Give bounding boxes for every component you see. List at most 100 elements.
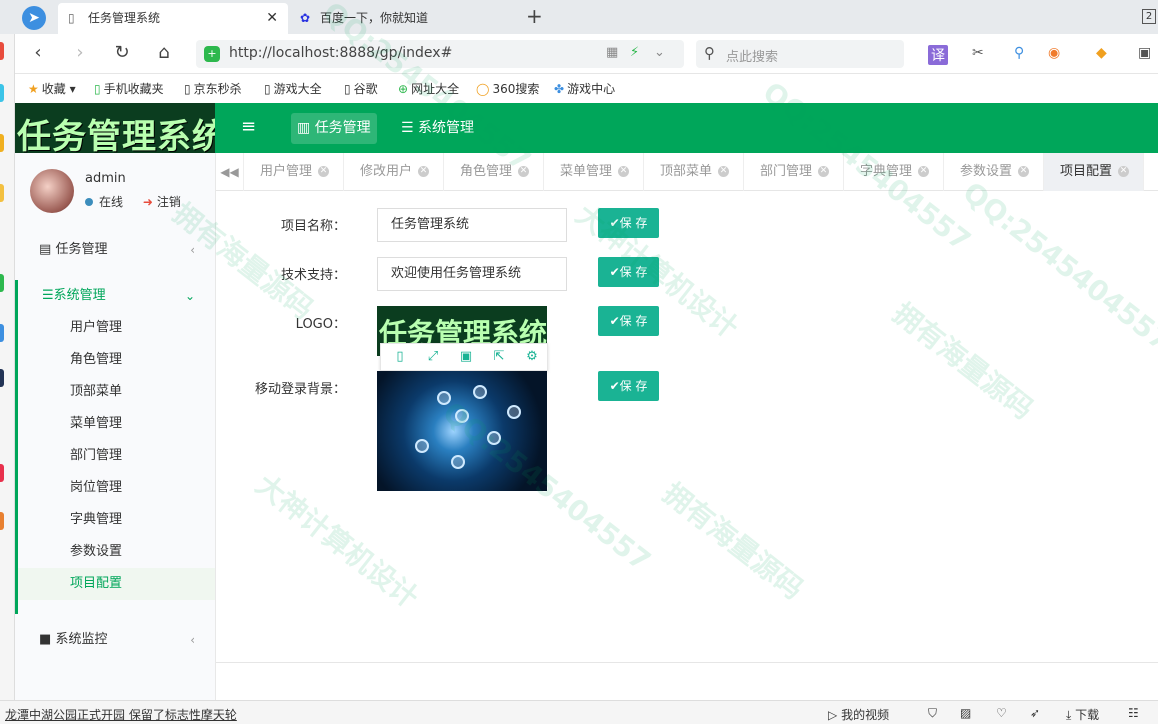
side-app-icon[interactable] [0, 512, 4, 530]
close-icon[interactable]: ✕ [818, 166, 830, 177]
scroll-left-icon[interactable]: ◀◀ [216, 153, 244, 191]
bookmark-360[interactable]: ◯ 360搜索 [476, 80, 539, 97]
tab-params[interactable]: 参数设置 ✕ [944, 153, 1044, 191]
app-logo[interactable]: 任务管理系统 [15, 103, 215, 153]
side-app-icon[interactable] [0, 274, 4, 292]
sidebar-item-departments[interactable]: 部门管理 [18, 440, 215, 472]
tab-project-config[interactable]: 项目配置 ✕ [1044, 153, 1144, 191]
close-icon[interactable]: ✕ [266, 3, 278, 33]
bookmark-game-center[interactable]: ✤ 游戏中心 [554, 80, 615, 97]
menu-toggle-icon[interactable]: ≡ [241, 116, 256, 137]
save-logo-button[interactable]: ✔保 存 [598, 306, 659, 336]
side-app-icon[interactable] [0, 42, 4, 60]
tab-users[interactable]: 用户管理 ✕ [244, 153, 344, 191]
expand-icon[interactable]: ⤢ [424, 349, 442, 364]
menu-icon[interactable]: ☷ [1128, 706, 1139, 720]
new-tab-button[interactable]: + [526, 4, 543, 28]
tab-dictionary[interactable]: 字典管理 ✕ [844, 153, 944, 191]
menu-task-mgmt[interactable]: ▤ 任务管理 ‹ [15, 234, 215, 266]
scissors-icon[interactable]: ✂ [972, 45, 984, 61]
logout-link[interactable]: ➜ 注销 [143, 195, 181, 209]
news-link[interactable]: 龙潭中湖公园正式开园 保留了标志性摩天轮 [5, 706, 237, 723]
download-button[interactable]: ⤓ 下载 [1066, 706, 1099, 723]
support-field[interactable]: 欢迎使用任务管理系统 [377, 257, 567, 291]
menu-system-monitor[interactable]: ■ 系统监控 ‹ [15, 624, 215, 656]
tab-count-badge[interactable]: 2 [1142, 9, 1156, 24]
share-icon[interactable]: ⇱ [490, 349, 508, 364]
browser-logo-icon[interactable]: ➤ [22, 6, 46, 30]
side-app-icon[interactable] [0, 324, 4, 342]
sidebar-item-top-menu[interactable]: 顶部菜单 [18, 376, 215, 408]
side-app-icon[interactable] [0, 184, 4, 202]
lightning-icon[interactable]: ⚡ [630, 45, 639, 60]
system-submenu: 用户管理 角色管理 顶部菜单 菜单管理 部门管理 岗位管理 字典管理 参数设置 … [15, 312, 215, 614]
close-icon[interactable]: ✕ [918, 166, 930, 177]
menu-system-mgmt[interactable]: ☰系统管理 ⌄ [15, 280, 215, 312]
bookmark-mobile[interactable]: ▯ 手机收藏夹 [94, 80, 164, 97]
header-nav-system[interactable]: ☰ 系统管理 [395, 113, 480, 144]
translate-icon[interactable]: 译 [928, 45, 948, 65]
close-icon[interactable]: ✕ [318, 166, 330, 177]
save-project-name-button[interactable]: ✔保 存 [598, 208, 659, 238]
search-input[interactable]: ⚲ 点此搜索 [696, 40, 904, 68]
browser-tab-baidu[interactable]: ✿ 百度一下，你就知道 [290, 3, 518, 34]
sidebar-item-users[interactable]: 用户管理 [18, 312, 215, 344]
sidebar-item-params[interactable]: 参数设置 [18, 536, 215, 568]
gear-icon[interactable]: ⚙ [523, 349, 541, 364]
save-mobile-bg-button[interactable]: ✔保 存 [598, 371, 659, 401]
save-icon[interactable]: ▣ [457, 349, 475, 364]
bookmark-sites[interactable]: ⊕ 网址大全 [398, 80, 459, 97]
project-name-field[interactable]: 任务管理系统 [377, 208, 567, 242]
side-app-icon[interactable] [0, 84, 4, 102]
shield-icon[interactable]: ⛉ [928, 706, 937, 721]
my-video-button[interactable]: ▷ 我的视频 [828, 706, 889, 723]
close-icon[interactable]: ✕ [1118, 166, 1130, 177]
tab-top-menu[interactable]: 顶部菜单 ✕ [644, 153, 744, 191]
url-text[interactable]: http://localhost:8888/gp/index# [229, 45, 452, 61]
header-nav-task[interactable]: ▥ 任务管理 [291, 113, 377, 144]
bookmark-games[interactable]: ▯ 游戏大全 [264, 80, 322, 97]
qr-icon[interactable]: ▦ [606, 45, 618, 60]
home-button[interactable]: ⌂ [152, 42, 176, 63]
close-icon[interactable]: ✕ [618, 166, 630, 177]
url-field[interactable]: + http://localhost:8888/gp/index# ▦ ⚡ ⌄ [196, 40, 684, 68]
extension-icon[interactable]: ▣ [1138, 45, 1151, 61]
wallet-icon[interactable]: ◆ [1096, 45, 1107, 61]
close-icon[interactable]: ✕ [518, 166, 530, 177]
sidebar-item-menus[interactable]: 菜单管理 [18, 408, 215, 440]
close-icon[interactable]: ✕ [418, 166, 430, 177]
heart-icon[interactable]: ♡ [996, 706, 1007, 720]
side-app-icon[interactable] [0, 464, 4, 482]
user-status: 在线 ➜ 注销 [85, 193, 181, 210]
tab-roles[interactable]: 角色管理 ✕ [444, 153, 544, 191]
back-button[interactable]: ‹ [26, 42, 50, 63]
bookmark-google[interactable]: ▯ 谷歌 [344, 80, 378, 97]
phone-icon[interactable]: ▯ [391, 349, 409, 364]
sidebar-item-project-config[interactable]: 项目配置 [18, 568, 215, 600]
close-icon[interactable]: ✕ [1018, 166, 1030, 177]
side-app-icon[interactable] [0, 134, 4, 152]
bookmark-favorites[interactable]: ★ 收藏 ▾ [28, 80, 76, 97]
save-support-button[interactable]: ✔保 存 [598, 257, 659, 287]
forward-button[interactable]: › [68, 42, 92, 63]
tab-departments[interactable]: 部门管理 ✕ [744, 153, 844, 191]
sidebar: admin 在线 ➜ 注销 ▤ 任务管理 ‹ ☰系统管理 ⌄ 用户管理 角色管理 顶部… [15, 153, 216, 700]
side-app-icon[interactable] [0, 369, 4, 387]
browser-tab-active[interactable]: ▯ 任务管理系统 ✕ [58, 3, 288, 34]
sidebar-item-dictionary[interactable]: 字典管理 [18, 504, 215, 536]
tab-edit-user[interactable]: 修改用户 ✕ [344, 153, 444, 191]
sidebar-item-roles[interactable]: 角色管理 [18, 344, 215, 376]
chevron-down-icon[interactable]: ⌄ [654, 45, 665, 60]
image-icon[interactable]: ▨ [960, 706, 971, 720]
rocket-icon[interactable]: ➶ [1030, 706, 1040, 720]
avatar[interactable] [30, 169, 74, 213]
magnifier-icon[interactable]: ⚲ [1014, 45, 1024, 61]
cloud-node-icon [451, 455, 465, 469]
tab-menus[interactable]: 菜单管理 ✕ [544, 153, 644, 191]
sidebar-item-positions[interactable]: 岗位管理 [18, 472, 215, 504]
close-icon[interactable]: ✕ [718, 166, 730, 177]
mobile-bg-image[interactable] [377, 371, 547, 491]
bookmark-jd[interactable]: ▯ 京东秒杀 [184, 80, 242, 97]
refresh-button[interactable]: ↻ [110, 42, 134, 63]
gamepad-icon[interactable]: ◉ [1048, 45, 1060, 61]
